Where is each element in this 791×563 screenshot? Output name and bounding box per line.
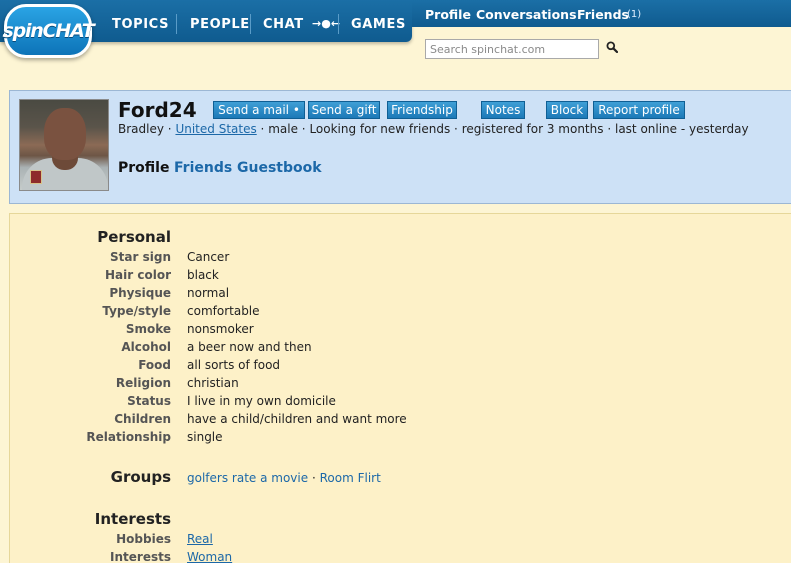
send-mail-button[interactable]: Send a mail • [213, 101, 305, 119]
separator: · [454, 122, 458, 136]
header-friends-link[interactable]: Friends [577, 7, 629, 22]
interests-link[interactable]: Woman [187, 550, 232, 563]
row-value-food: all sorts of food [187, 358, 281, 372]
interests-heading: Interests [94, 510, 171, 528]
arrows-icon[interactable]: →●← [312, 17, 340, 30]
profile-details-panel: Personal Star sign Cancer Hair color bla… [9, 213, 791, 563]
avatar[interactable] [19, 99, 109, 191]
row-label-children: Children [114, 412, 171, 426]
groups-heading: Groups [110, 468, 171, 486]
separator: · [607, 122, 612, 136]
tab-guestbook[interactable]: Guestbook [237, 160, 322, 176]
separator: · [260, 122, 265, 136]
row-value-children: have a child/children and want more [187, 412, 407, 426]
gender: male [268, 122, 298, 136]
row-value-status: I live in my own domicile [187, 394, 336, 408]
header-profile-link[interactable]: Profile [425, 7, 471, 22]
block-button[interactable]: Block [546, 101, 588, 119]
friends-count-badge: (1) [627, 9, 642, 20]
row-value-hair-color: black [187, 268, 219, 282]
row-label-food: Food [138, 358, 171, 372]
friendship-button[interactable]: Friendship [387, 101, 457, 119]
row-value-religion: christian [187, 376, 239, 390]
row-label-relationship: Relationship [86, 430, 171, 444]
row-value-physique: normal [187, 286, 230, 300]
avatar-head-shape [44, 108, 86, 160]
registered-duration: registered for 3 months [461, 122, 604, 136]
tab-profile[interactable]: Profile [118, 160, 169, 176]
profile-meta-line: Bradley · United States · male · Looking… [118, 122, 749, 136]
logo-text: spinCHAT [2, 20, 94, 42]
group-link[interactable]: golfers rate a movie [187, 471, 308, 485]
row-label-hobbies: Hobbies [116, 532, 171, 546]
separator: · [167, 122, 172, 136]
row-value-smoke: nonsmoker [187, 322, 254, 336]
group-link[interactable]: Room Flirt [320, 471, 381, 485]
location-link[interactable]: United States [175, 122, 256, 136]
row-label-hair-color: Hair color [105, 268, 171, 282]
looking-for: Looking for new friends [309, 122, 451, 136]
nav-divider [338, 14, 339, 34]
row-label-status: Status [127, 394, 171, 408]
profile-username: Ford24 [118, 98, 197, 122]
spinchat-logo[interactable]: spinCHAT [2, 4, 95, 58]
row-value-star-sign: Cancer [187, 250, 230, 264]
header-conversations-link[interactable]: Conversations [476, 7, 577, 22]
hobbies-link[interactable]: Real [187, 532, 213, 546]
row-value-type-style: comfortable [187, 304, 260, 318]
groups-list: golfers rate a movie · Room Flirt [187, 471, 381, 485]
nav-chat[interactable]: CHAT [263, 17, 304, 32]
nav-games[interactable]: GAMES [351, 17, 406, 32]
nav-divider [250, 14, 251, 34]
row-label-alcohol: Alcohol [121, 340, 171, 354]
avatar-patch-shape [30, 170, 42, 184]
separator: · [301, 122, 306, 136]
row-label-physique: Physique [109, 286, 171, 300]
row-label-religion: Religion [115, 376, 171, 390]
row-value-relationship: single [187, 430, 223, 444]
nav-topics[interactable]: TOPICS [112, 17, 169, 32]
send-gift-button[interactable]: Send a gift [308, 101, 380, 119]
row-label-type-style: Type/style [102, 304, 171, 318]
report-profile-button[interactable]: Report profile [593, 101, 685, 119]
row-label-smoke: Smoke [125, 322, 171, 336]
separator: · [311, 471, 316, 485]
nav-people[interactable]: PEOPLE [190, 17, 250, 32]
first-name: Bradley [118, 122, 164, 136]
search-input[interactable] [425, 39, 599, 59]
tab-friends[interactable]: Friends [174, 160, 232, 176]
row-value-alcohol: a beer now and then [187, 340, 312, 354]
last-online: last online - yesterday [614, 122, 749, 136]
row-label-star-sign: Star sign [110, 250, 171, 264]
personal-heading: Personal [97, 228, 171, 246]
search-icon[interactable] [606, 41, 618, 53]
notes-button[interactable]: Notes [481, 101, 525, 119]
nav-divider [176, 14, 177, 34]
row-label-interests: Interests [110, 550, 171, 563]
